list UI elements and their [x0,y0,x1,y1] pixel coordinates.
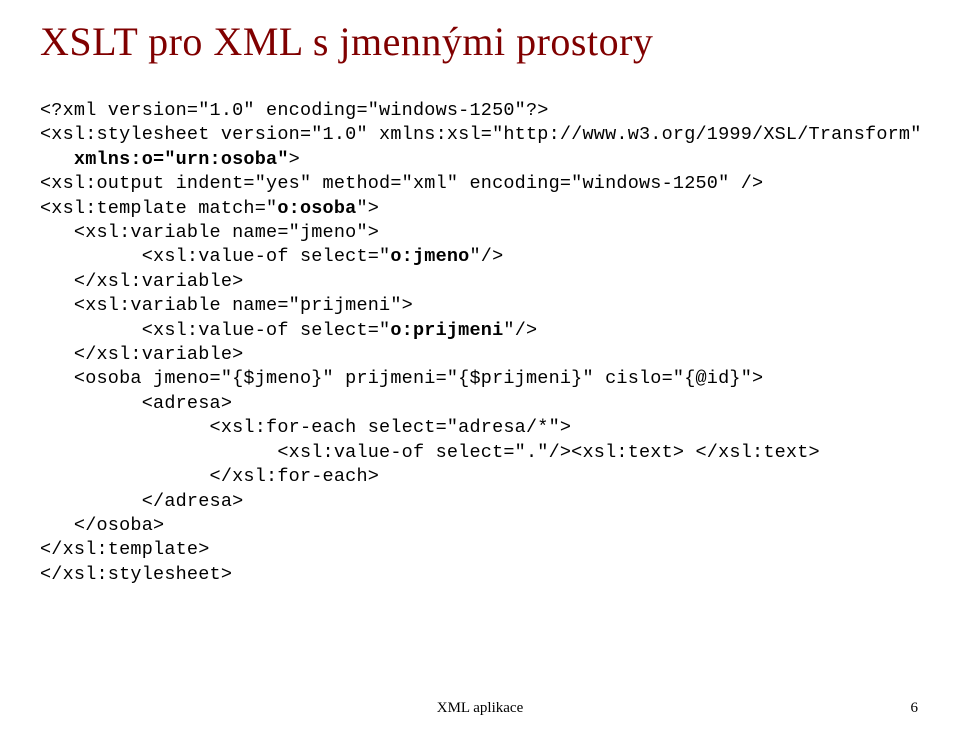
code-line: <xsl:value-of select=" [40,320,390,341]
code-line: > [289,149,300,170]
code-line: </adresa> [40,491,243,512]
code-line: </xsl:variable> [40,344,243,365]
code-line: <xsl:value-of select="."/><xsl:text> </x… [40,442,820,463]
code-block: <?xml version="1.0" encoding="windows-12… [40,99,920,587]
code-line: "/> [469,246,503,267]
code-line: </xsl:stylesheet> [40,564,232,585]
code-line: <adresa> [40,393,232,414]
code-line: <xsl:template match=" [40,198,277,219]
code-line: "> [356,198,379,219]
slide: XSLT pro XML s jmennými prostory <?xml v… [0,0,960,739]
page-number: 6 [911,700,919,717]
code-line: <xsl:stylesheet version="1.0" xmlns:xsl=… [40,124,922,145]
code-line: </osoba> [40,515,164,536]
code-line: <osoba jmeno="{$jmeno}" prijmeni="{$prij… [40,368,763,389]
code-line: <xsl:output indent="yes" method="xml" en… [40,173,763,194]
code-line: </xsl:variable> [40,271,243,292]
code-line: <xsl:for-each select="adresa/*"> [40,417,571,438]
code-line: <xsl:variable name="jmeno"> [40,222,379,243]
code-ns-decl: xmlns:o="urn:osoba" [74,149,289,170]
code-line: </xsl:template> [40,539,210,560]
code-line: "/> [503,320,537,341]
footer-text: XML aplikace [0,700,960,717]
code-match: o:osoba [277,198,356,219]
code-select: o:prijmeni [390,320,503,341]
slide-title: XSLT pro XML s jmennými prostory [40,18,920,65]
code-line: <xsl:value-of select=" [40,246,390,267]
code-line: <?xml version="1.0" encoding="windows-12… [40,100,549,121]
code-line [40,149,74,170]
code-line: </xsl:for-each> [40,466,379,487]
code-line: <xsl:variable name="prijmeni"> [40,295,413,316]
code-select: o:jmeno [390,246,469,267]
